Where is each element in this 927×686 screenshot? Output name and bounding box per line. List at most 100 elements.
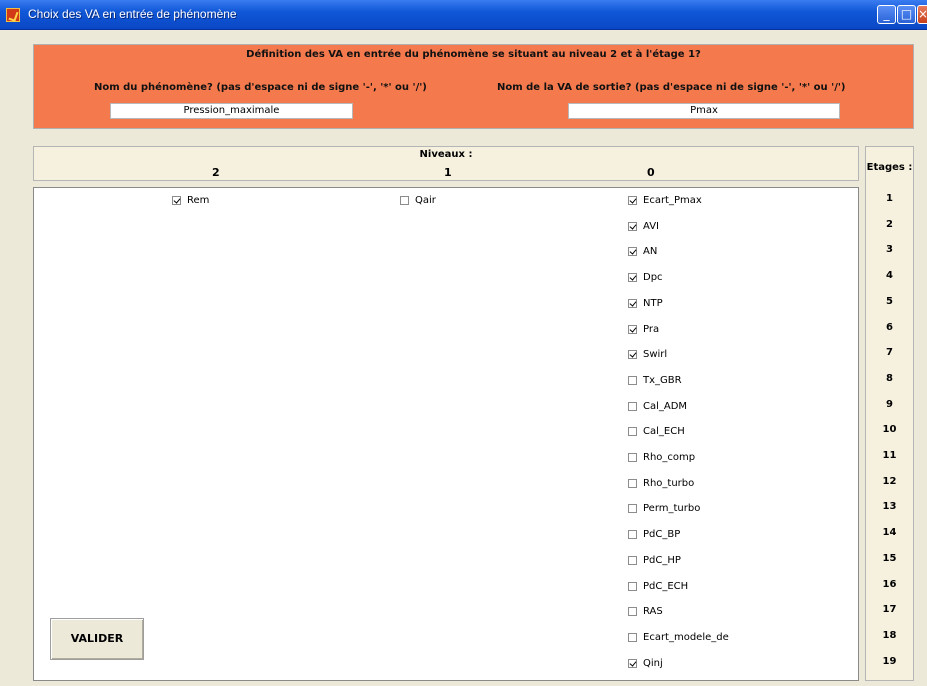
- va-checkbox-level0[interactable]: Tx_GBR: [628, 375, 682, 386]
- checkbox-unchecked-icon[interactable]: [400, 196, 409, 205]
- va-checkbox-level0[interactable]: Swirl: [628, 349, 667, 360]
- etage-number: 5: [886, 295, 893, 307]
- etage-number: 9: [886, 398, 893, 410]
- valider-button[interactable]: VALIDER: [50, 618, 144, 660]
- checkbox-checked-icon[interactable]: [628, 298, 637, 308]
- niveaux-title: Niveaux :: [419, 149, 473, 160]
- maximize-button[interactable]: □: [897, 5, 916, 24]
- va-checkbox-label: Rho_turbo: [643, 477, 695, 489]
- va-checkbox-label: Rem: [187, 195, 210, 206]
- va-checkbox-label: Qinj: [643, 657, 663, 669]
- va-checkbox-level0[interactable]: Pra: [628, 324, 659, 335]
- checkbox-unchecked-icon[interactable]: [628, 504, 637, 514]
- va-checkbox-level0[interactable]: AN: [628, 246, 657, 257]
- checkbox-grid: Rem Qair Ecart_Pmax AVI AN Dpc NTP Pra Swirl Tx_G…: [33, 187, 859, 681]
- etage-number: 14: [882, 527, 897, 539]
- checkbox-checked-icon[interactable]: [628, 221, 637, 231]
- etage-number: 12: [882, 475, 897, 487]
- niveaux-header: Niveaux : 2 1 0: [33, 146, 859, 181]
- va-checkbox-level0[interactable]: Rho_comp: [628, 452, 695, 463]
- etages-panel: Etages : 1 2 3 4 5 6 7 8 9 10 11 12 13 14 15 16 17 18 19: [865, 146, 914, 681]
- va-checkbox-level0[interactable]: PdC_BP: [628, 529, 680, 540]
- checkbox-unchecked-icon[interactable]: [628, 453, 637, 462]
- checkbox-unchecked-icon[interactable]: [628, 478, 637, 488]
- level-1-label: 1: [444, 166, 452, 179]
- va-checkbox-level0[interactable]: Rho_turbo: [628, 478, 694, 489]
- minimize-button[interactable]: _: [877, 5, 896, 24]
- va-checkbox-label: Ecart_modele_de: [643, 631, 729, 643]
- window-title: Choix des VA en entrée de phénomène: [28, 7, 237, 21]
- va-checkbox-label: Swirl: [643, 349, 668, 361]
- va-checkbox-level0[interactable]: Ecart_Pmax: [628, 195, 702, 206]
- phenomene-name-input[interactable]: Pression_maximale: [110, 103, 353, 119]
- level-0-label: 0: [647, 166, 655, 179]
- checkbox-checked-icon[interactable]: [628, 273, 637, 283]
- checkbox-checked-icon[interactable]: [628, 247, 637, 257]
- etage-number: 10: [882, 424, 897, 436]
- va-checkbox-level0[interactable]: Perm_turbo: [628, 503, 700, 514]
- va-checkbox-label: PdC_BP: [643, 529, 681, 541]
- va-checkbox-label: Qair: [415, 195, 436, 206]
- va-checkbox-label: AN: [643, 246, 658, 258]
- etage-number: 4: [886, 270, 893, 282]
- va-checkbox-label: Tx_GBR: [643, 374, 682, 386]
- close-button[interactable]: ×: [917, 5, 927, 24]
- va-checkbox-label: AVI: [643, 220, 659, 232]
- va-checkbox-label: PdC_HP: [643, 554, 681, 566]
- etage-number: 1: [886, 193, 893, 204]
- checkbox-checked-icon[interactable]: [628, 324, 637, 334]
- output-va-name-label: Nom de la VA de sortie? (pas d'espace ni…: [497, 82, 846, 93]
- etage-number: 13: [882, 501, 897, 513]
- va-checkbox-level0[interactable]: Ecart_modele_de: [628, 632, 729, 643]
- etage-number: 6: [886, 321, 893, 333]
- etage-number: 15: [882, 552, 897, 564]
- va-checkbox-level0[interactable]: Cal_ECH: [628, 426, 685, 437]
- etage-number: 17: [882, 604, 897, 616]
- va-checkbox-level1[interactable]: Qair: [400, 195, 436, 206]
- checkbox-unchecked-icon[interactable]: [628, 632, 637, 642]
- checkbox-unchecked-icon[interactable]: [628, 530, 637, 540]
- level-2-label: 2: [212, 166, 220, 179]
- etage-number: 18: [882, 629, 897, 641]
- va-checkbox-level0[interactable]: Qinj: [628, 658, 663, 669]
- checkbox-checked-icon[interactable]: [628, 196, 637, 205]
- checkbox-unchecked-icon[interactable]: [628, 581, 637, 591]
- etage-number: 11: [882, 450, 897, 461]
- etage-number: 7: [886, 347, 893, 359]
- va-checkbox-level0[interactable]: RAS: [628, 606, 663, 617]
- etage-number: 2: [886, 218, 893, 230]
- va-checkbox-level2[interactable]: Rem: [172, 195, 209, 206]
- etages-title: Etages :: [866, 162, 913, 173]
- output-va-name-input[interactable]: Pmax: [568, 103, 840, 119]
- va-checkbox-label: Ecart_Pmax: [643, 195, 702, 206]
- va-checkbox-level0[interactable]: PdC_HP: [628, 555, 681, 566]
- va-checkbox-level0[interactable]: Dpc: [628, 272, 663, 283]
- va-checkbox-label: NTP: [643, 297, 663, 309]
- definition-heading: Définition des VA en entrée du phénomène…: [246, 49, 701, 60]
- etage-number: 16: [882, 578, 897, 590]
- va-checkbox-label: Rho_comp: [643, 452, 696, 463]
- checkbox-unchecked-icon[interactable]: [628, 607, 637, 617]
- checkbox-unchecked-icon[interactable]: [628, 427, 637, 437]
- va-checkbox-label: Perm_turbo: [643, 503, 701, 515]
- checkbox-unchecked-icon[interactable]: [628, 401, 637, 411]
- va-checkbox-level0[interactable]: PdC_ECH: [628, 581, 688, 592]
- etage-number: 19: [882, 655, 897, 667]
- va-checkbox-label: RAS: [643, 606, 663, 618]
- phenomene-name-label: Nom du phénomène? (pas d'espace ni de si…: [94, 82, 427, 93]
- etage-number: 8: [886, 372, 893, 384]
- etage-number: 3: [886, 244, 893, 256]
- checkbox-unchecked-icon[interactable]: [628, 375, 637, 385]
- definition-panel: Définition des VA en entrée du phénomène…: [33, 44, 914, 129]
- va-checkbox-label: Cal_ECH: [643, 426, 685, 438]
- va-checkbox-level0[interactable]: Cal_ADM: [628, 401, 687, 412]
- checkbox-unchecked-icon[interactable]: [628, 555, 637, 565]
- va-checkbox-label: Cal_ADM: [643, 400, 688, 412]
- checkbox-checked-icon[interactable]: [628, 658, 637, 668]
- checkbox-checked-icon[interactable]: [628, 350, 637, 360]
- va-checkbox-label: Pra: [643, 323, 660, 335]
- va-checkbox-label: PdC_ECH: [643, 580, 689, 592]
- va-checkbox-level0[interactable]: AVI: [628, 221, 659, 232]
- checkbox-checked-icon[interactable]: [172, 196, 181, 205]
- va-checkbox-level0[interactable]: NTP: [628, 298, 663, 309]
